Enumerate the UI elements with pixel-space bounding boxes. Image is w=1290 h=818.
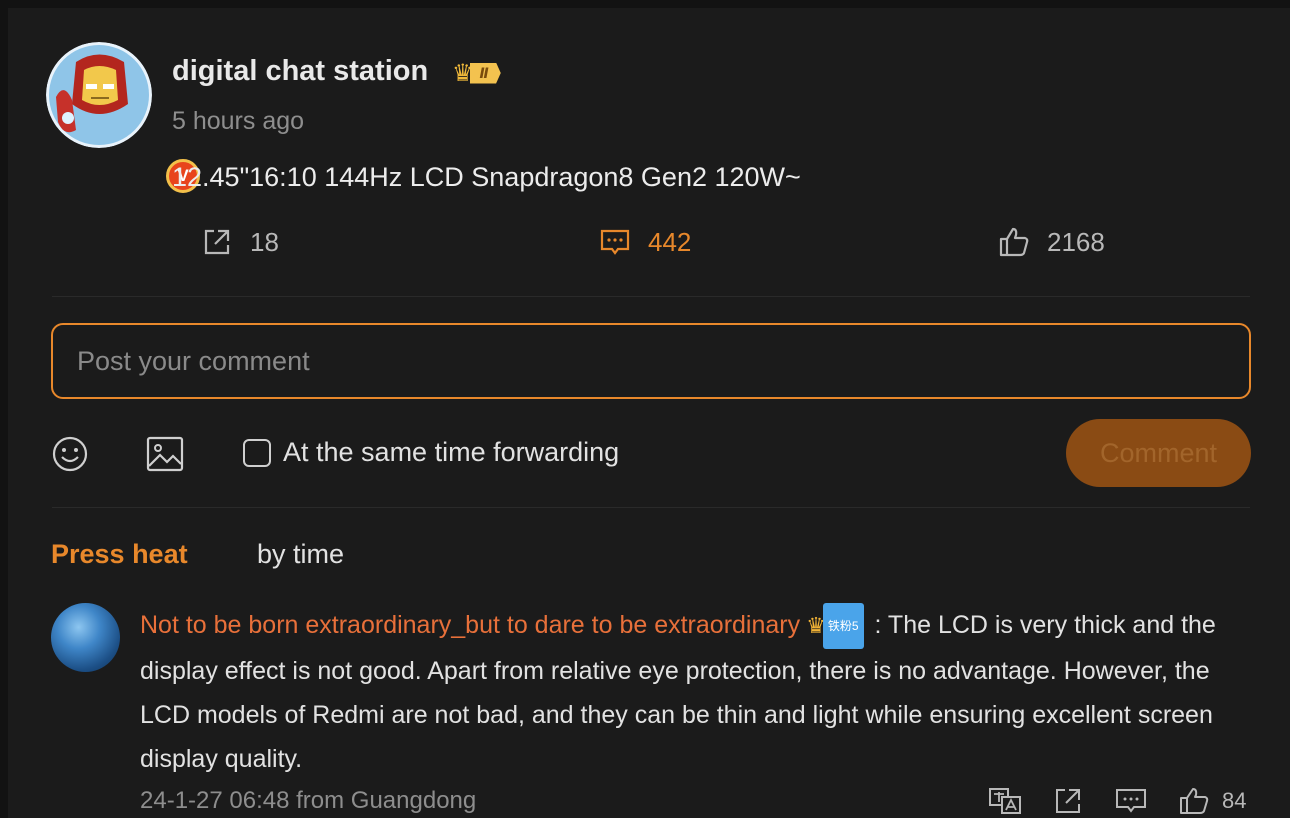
comment-separator: : (867, 611, 888, 639)
forward-count: 18 (250, 226, 279, 257)
post-stats-bar: 18 442 2168 (0, 225, 1290, 261)
commenter-name[interactable]: Not to be born extraordinary_but to dare… (140, 611, 800, 639)
translate-button[interactable] (988, 786, 1022, 816)
submit-comment-button[interactable]: Comment (1066, 419, 1251, 487)
comment-icon (1116, 789, 1146, 813)
forward-checkbox-label: At the same time forwarding (283, 437, 620, 467)
comment-like-button[interactable] (1177, 786, 1211, 816)
vip-badge[interactable]: ♛ Ⅱ (452, 58, 501, 88)
thumbs-up-icon (999, 227, 1029, 257)
author-avatar[interactable]: V (46, 42, 200, 193)
forward-button[interactable]: 18 (200, 225, 279, 259)
comments-button[interactable]: 442 (598, 225, 691, 259)
comment-meta: 24-1-27 06:48 from Guangdong (140, 787, 477, 814)
comment-body: Not to be born extraordinary_but to dare… (140, 603, 1252, 781)
comment-input[interactable] (51, 323, 1251, 399)
sort-by-time-tab[interactable]: by time (257, 539, 344, 570)
image-icon (146, 436, 184, 472)
post-timestamp: 5 hours ago (172, 107, 305, 135)
comment-like-count: 84 (1222, 788, 1247, 813)
smiley-icon (52, 436, 88, 472)
sort-by-heat-tab[interactable]: Press heat (51, 539, 188, 570)
emoji-button[interactable] (50, 434, 90, 474)
translate-icon (989, 788, 1021, 814)
comment-reply-button[interactable] (1114, 786, 1148, 816)
comment-icon (600, 229, 630, 255)
fan-badge-label: 铁粉5 (822, 603, 864, 650)
like-button[interactable]: 2168 (997, 225, 1105, 259)
comment-count: 442 (648, 226, 692, 257)
author-name[interactable]: digital chat station (172, 55, 428, 88)
commenter-avatar[interactable] (51, 603, 120, 672)
share-icon (1056, 789, 1080, 813)
divider (52, 296, 1250, 297)
forward-checkbox-row[interactable]: At the same time forwarding (243, 437, 619, 468)
forward-checkbox[interactable] (243, 438, 271, 467)
image-upload-button[interactable] (145, 434, 185, 474)
like-count: 2168 (1047, 226, 1105, 257)
post-content: 12.45"16:10 144Hz LCD Snapdragon8 Gen2 1… (172, 162, 801, 192)
vip-level: Ⅱ (469, 62, 501, 84)
share-icon (204, 229, 230, 255)
divider (52, 507, 1250, 508)
thumbs-up-icon (1180, 788, 1209, 814)
fan-badge[interactable]: ♛ 铁粉5 (806, 603, 864, 650)
comment-forward-button[interactable] (1051, 786, 1085, 816)
iron-man-avatar-image (46, 42, 152, 148)
comment-actions: 84 (988, 786, 1246, 816)
